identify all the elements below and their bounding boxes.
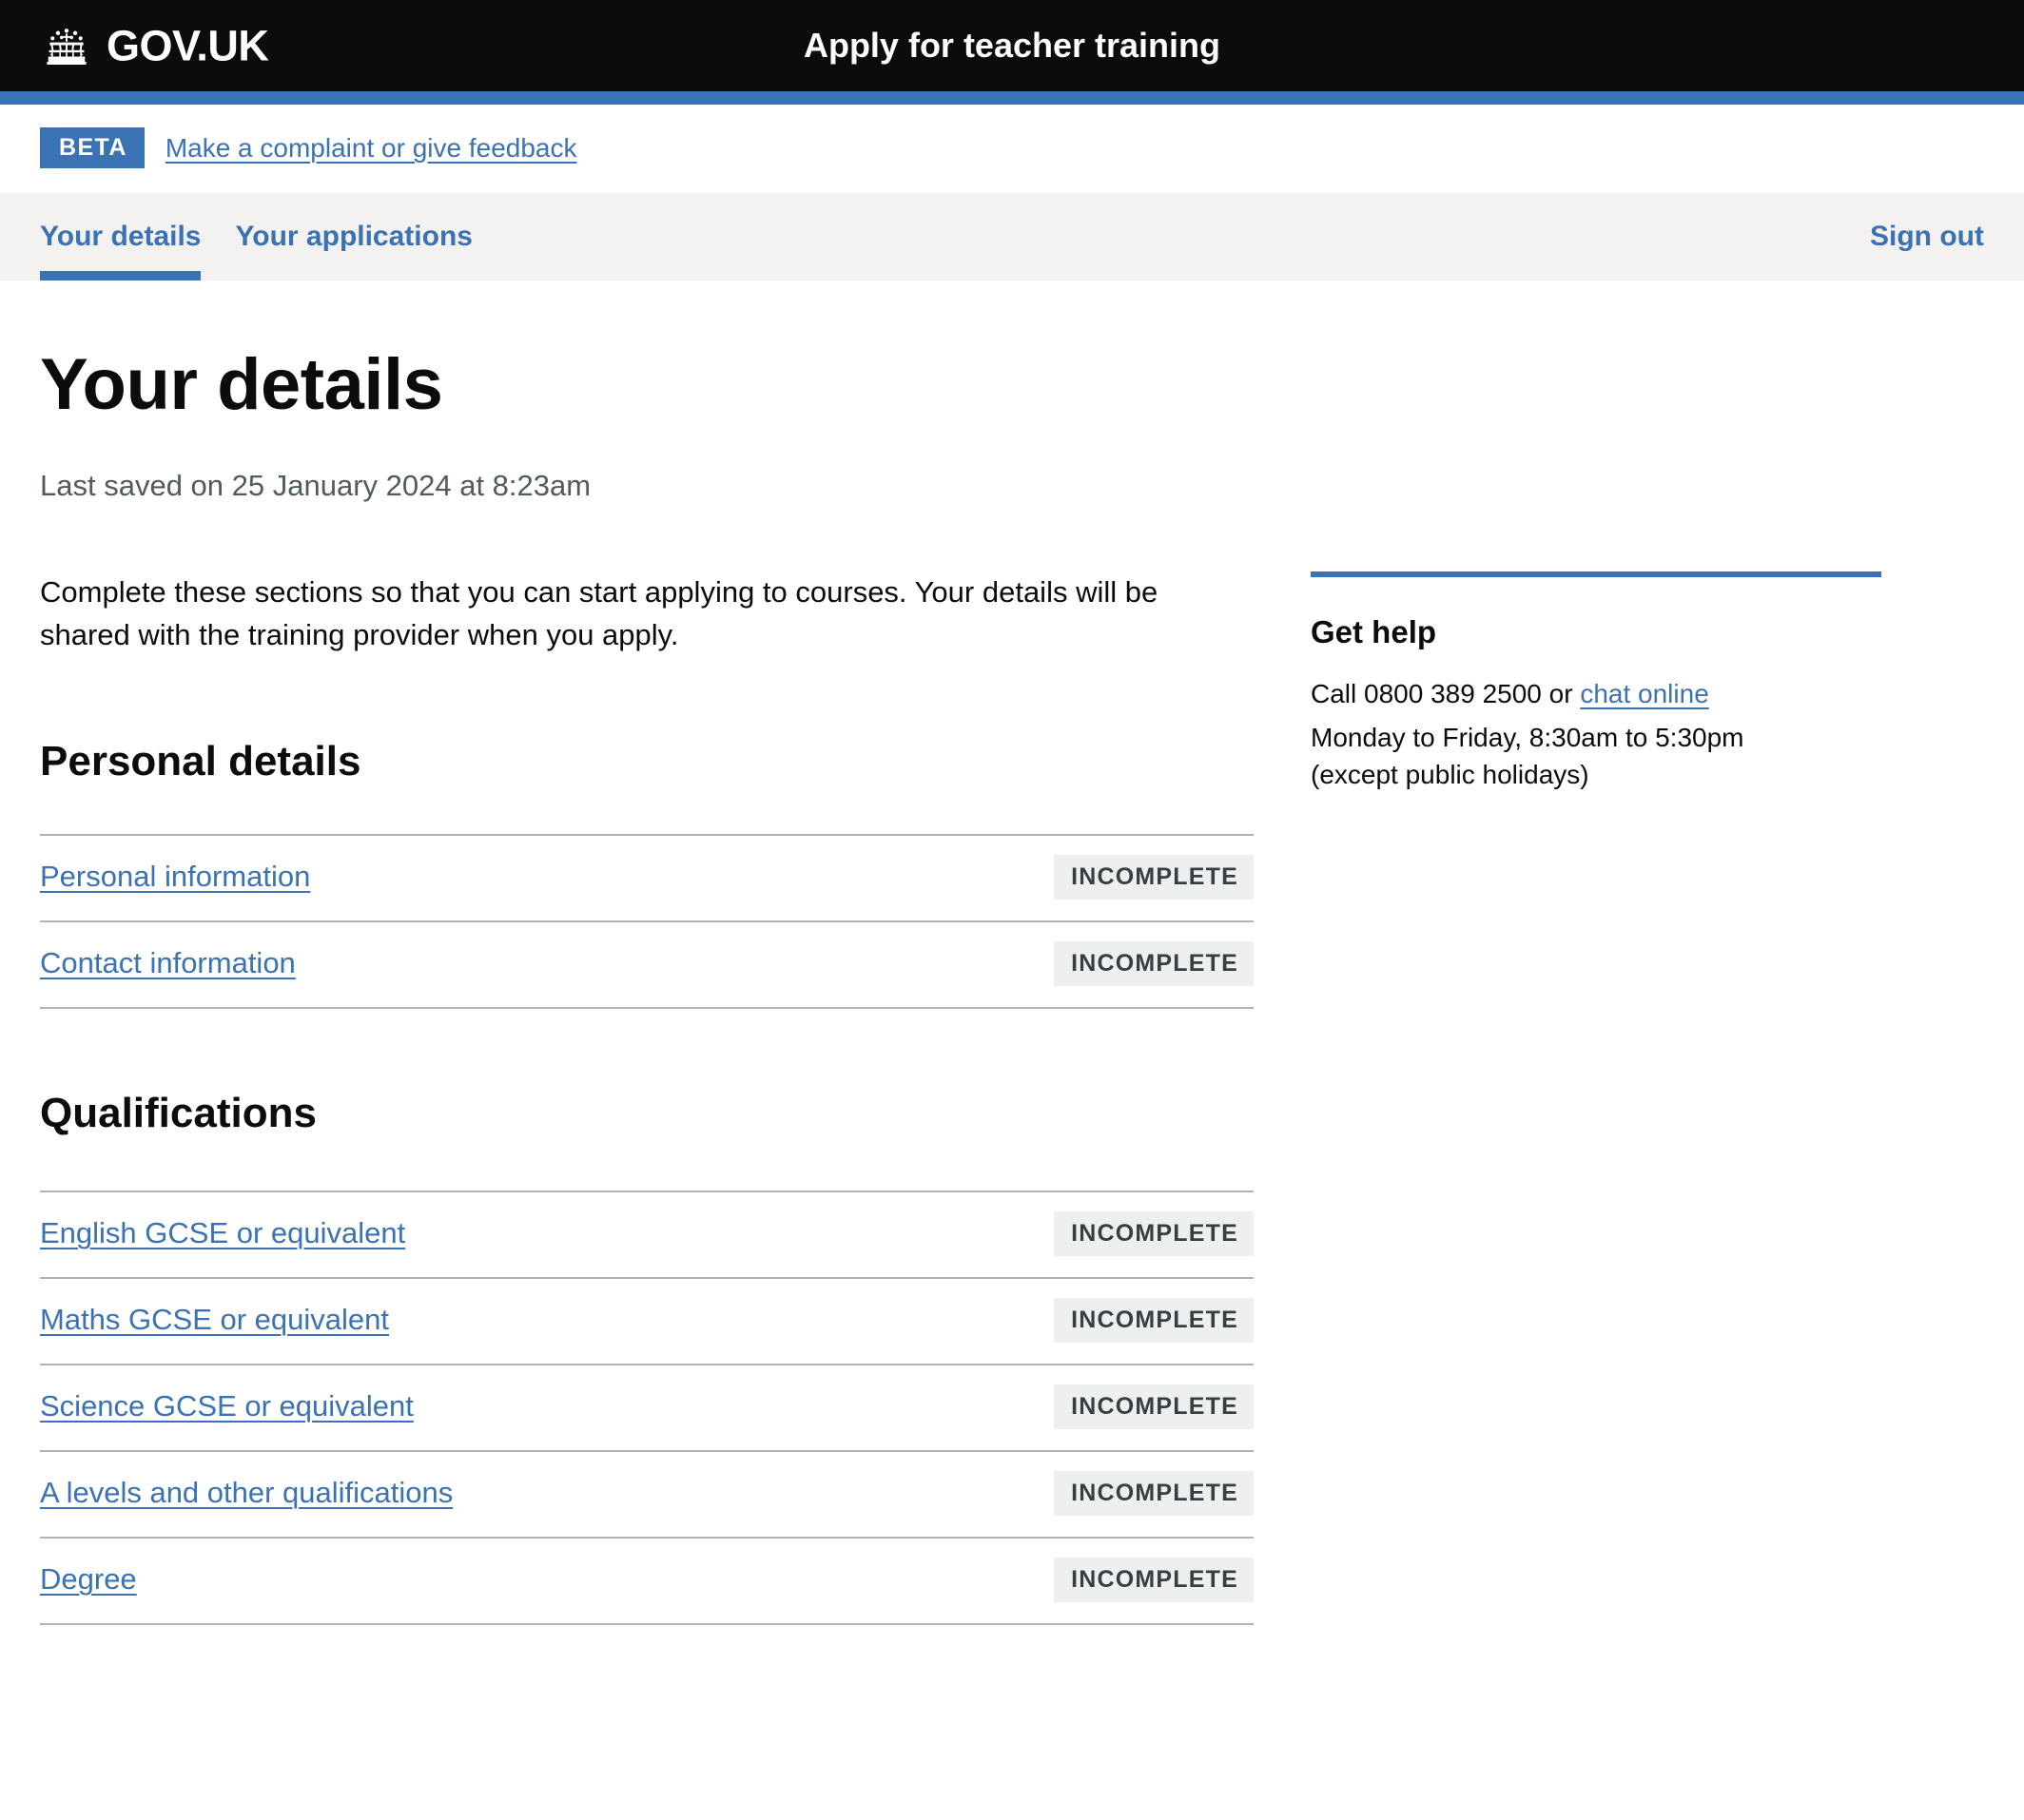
content-columns: Complete these sections so that you can … [40, 571, 1984, 1625]
task-link-personal-information[interactable]: Personal information [40, 859, 310, 896]
sidebar-column: Get help Call 0800 389 2500 or chat onli… [1254, 571, 1984, 1625]
task-row: Science GCSE or equivalent INCOMPLETE [40, 1365, 1254, 1452]
account-navigation-inner: Your details Your applications Sign out [0, 193, 2024, 281]
task-row: A levels and other qualifications INCOMP… [40, 1452, 1254, 1539]
status-badge: INCOMPLETE [1054, 1384, 1254, 1429]
get-help-call-text: Call 0800 389 2500 or [1311, 679, 1580, 708]
sign-out-link[interactable]: Sign out [1870, 223, 1984, 251]
get-help-heading: Get help [1311, 613, 1881, 651]
status-badge: INCOMPLETE [1054, 1298, 1254, 1343]
task-link-contact-information[interactable]: Contact information [40, 945, 296, 982]
status-badge: INCOMPLETE [1054, 855, 1254, 900]
last-saved-text: Last saved on 25 January 2024 at 8:23am [40, 467, 1984, 505]
feedback-link[interactable]: Make a complaint or give feedback [165, 132, 577, 165]
task-row: Personal information INCOMPLETE [40, 836, 1254, 922]
task-link-maths-gcse[interactable]: Maths GCSE or equivalent [40, 1302, 389, 1339]
get-help-panel: Get help Call 0800 389 2500 or chat onli… [1311, 571, 1881, 793]
page-bottom-spacer [40, 1625, 1984, 1739]
get-help-hours-line1: Monday to Friday, 8:30am to 5:30pm [1311, 723, 1744, 752]
nav-links-group: Your details Your applications [40, 193, 473, 281]
intro-paragraph: Complete these sections so that you can … [40, 571, 1162, 657]
header-inner: GOV.UK Apply for teacher training [0, 0, 2024, 91]
primary-column: Complete these sections so that you can … [40, 571, 1254, 1625]
task-link-english-gcse[interactable]: English GCSE or equivalent [40, 1215, 405, 1252]
service-name: Apply for teacher training [0, 29, 2024, 63]
task-row: Maths GCSE or equivalent INCOMPLETE [40, 1279, 1254, 1365]
nav-item-your-applications[interactable]: Your applications [235, 193, 472, 281]
beta-tag: BETA [40, 127, 145, 168]
task-row: Contact information INCOMPLETE [40, 922, 1254, 1009]
account-navigation: Your details Your applications Sign out [0, 193, 2024, 281]
get-help-hours-line2: (except public holidays) [1311, 760, 1589, 789]
section-heading-personal-details: Personal details [40, 739, 1254, 784]
nav-item-your-details[interactable]: Your details [40, 193, 201, 281]
task-list-personal-details: Personal information INCOMPLETE Contact … [40, 834, 1254, 1009]
phase-banner-inner: BETA Make a complaint or give feedback [0, 127, 2024, 168]
task-link-science-gcse[interactable]: Science GCSE or equivalent [40, 1388, 414, 1425]
chat-online-link[interactable]: chat online [1580, 679, 1708, 708]
status-badge: INCOMPLETE [1054, 1558, 1254, 1602]
task-row: English GCSE or equivalent INCOMPLETE [40, 1192, 1254, 1279]
status-badge: INCOMPLETE [1054, 1471, 1254, 1516]
page-title: Your details [40, 347, 1984, 423]
status-badge: INCOMPLETE [1054, 941, 1254, 986]
task-link-degree[interactable]: Degree [40, 1561, 137, 1598]
get-help-contact-line: Call 0800 389 2500 or chat online [1311, 676, 1881, 713]
header-blue-bar [0, 91, 2024, 105]
task-list-qualifications: English GCSE or equivalent INCOMPLETE Ma… [40, 1191, 1254, 1625]
govuk-header: GOV.UK Apply for teacher training [0, 0, 2024, 91]
section-heading-qualifications: Qualifications [40, 1091, 1254, 1136]
task-link-a-levels[interactable]: A levels and other qualifications [40, 1475, 453, 1512]
main-content: Your details Last saved on 25 January 20… [0, 347, 2024, 1739]
status-badge: INCOMPLETE [1054, 1211, 1254, 1256]
phase-banner: BETA Make a complaint or give feedback [0, 105, 2024, 193]
get-help-hours: Monday to Friday, 8:30am to 5:30pm (excep… [1311, 720, 1881, 793]
task-row: Degree INCOMPLETE [40, 1539, 1254, 1625]
